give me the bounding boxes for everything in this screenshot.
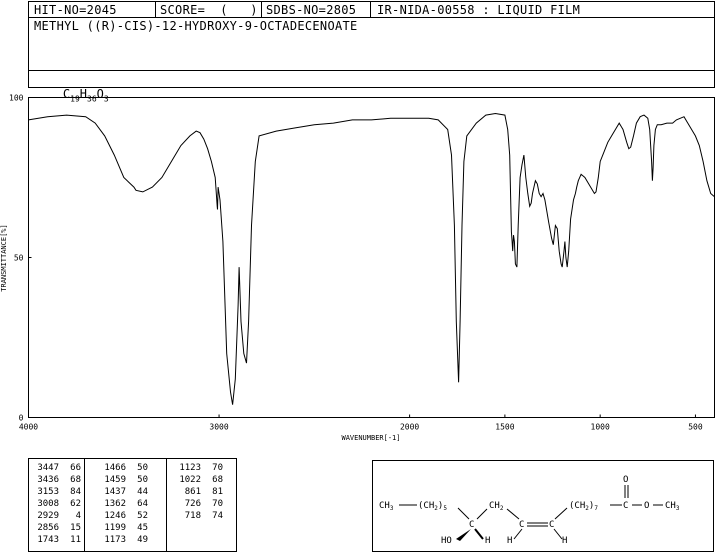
peak-transmittance: 50 <box>137 475 148 485</box>
peak-wavenumber: 861 <box>184 487 201 497</box>
peak-row: 726 70 <box>172 498 224 510</box>
peak-transmittance: 45 <box>137 523 148 533</box>
peak-transmittance: 4 <box>75 511 81 521</box>
peak-row: 1743 11 <box>30 534 82 546</box>
peak-row: 1199 45 <box>97 522 149 534</box>
x-tick-label: 500 <box>688 423 703 432</box>
carbonyl-carbon: C <box>623 501 628 511</box>
peak-row: 1362 64 <box>97 498 149 510</box>
peak-transmittance: 49 <box>137 535 148 545</box>
peak-row: 2856 15 <box>30 522 82 534</box>
y-tick-label: 0 <box>19 414 24 423</box>
peak-wavenumber: 3447 <box>37 463 59 473</box>
peak-transmittance: 62 <box>70 499 81 509</box>
y-axis-label: TRANSMITTANCE[%] <box>0 224 8 291</box>
peak-transmittance: 84 <box>70 487 81 497</box>
peak-wavenumber: 1459 <box>104 475 126 485</box>
peak-transmittance: 70 <box>212 463 223 473</box>
peak-row: 3447 66 <box>30 462 82 474</box>
x-tick-label: 2000 <box>400 423 419 432</box>
peak-transmittance: 81 <box>212 487 223 497</box>
peak-column: 1466 50 1459 50 1437 44 1362 64 1246 52 1199 45 1173… <box>97 462 149 546</box>
peak-transmittance: 50 <box>137 463 148 473</box>
peak-row: 1459 50 <box>97 474 149 486</box>
peak-transmittance: 68 <box>70 475 81 485</box>
peak-row: 3008 62 <box>30 498 82 510</box>
peak-row: 1173 49 <box>97 534 149 546</box>
peak-wavenumber: 1743 <box>37 535 59 545</box>
peak-transmittance: 15 <box>70 523 81 533</box>
h-chiral: H <box>485 536 490 546</box>
hydroxyl: HO <box>441 536 452 546</box>
ir-spectrum-chart: 0 50 100 4000 3000 2000 1500 1000 500 TRANSMITT… <box>0 94 715 442</box>
h-alkene-2: H <box>562 536 567 546</box>
ch2-5-group: (CH2)5 <box>418 501 447 512</box>
peak-column: 1123 70 1022 68 861 81 726 70 718 74 <box>172 462 224 522</box>
ch2-7-group: (CH2)7 <box>569 501 598 512</box>
methyl-left: CH3 <box>379 501 394 512</box>
peak-transmittance: 64 <box>137 499 148 509</box>
y-tick-label: 100 <box>9 94 24 103</box>
x-axis-label: WAVENUMBER[-1] <box>341 434 400 442</box>
peak-row: 3153 84 <box>30 486 82 498</box>
peak-wavenumber: 1022 <box>179 475 201 485</box>
peak-transmittance: 74 <box>212 511 223 521</box>
peak-transmittance: 44 <box>137 487 148 497</box>
alkene-carbon-1: C <box>519 520 524 530</box>
y-tick-label: 50 <box>14 254 24 263</box>
peak-row: 1437 44 <box>97 486 149 498</box>
peak-transmittance: 52 <box>137 511 148 521</box>
peak-wavenumber: 2856 <box>37 523 59 533</box>
peak-wavenumber: 718 <box>184 511 201 521</box>
spectrum-line <box>28 112 715 405</box>
carbonyl-oxygen: O <box>623 475 628 485</box>
peak-row: 861 81 <box>172 486 224 498</box>
peak-wavenumber: 1246 <box>104 511 126 521</box>
peak-wavenumber: 3008 <box>37 499 59 509</box>
peak-wavenumber: 1199 <box>104 523 126 533</box>
h-alkene-1: H <box>507 536 512 546</box>
ch2-middle: CH2 <box>489 501 504 512</box>
plot-frame <box>28 97 715 418</box>
alkene-carbon-2: C <box>549 520 554 530</box>
peak-transmittance: 11 <box>70 535 81 545</box>
peak-wavenumber: 1362 <box>104 499 126 509</box>
peak-transmittance: 70 <box>212 499 223 509</box>
x-tick-label: 4000 <box>19 423 38 432</box>
peak-wavenumber: 726 <box>184 499 201 509</box>
peak-transmittance: 66 <box>70 463 81 473</box>
structure-box: CH3 (CH2)5 C HO H CH2 C C H H (CH2)7 C O… <box>372 460 714 552</box>
peak-row: 1246 52 <box>97 510 149 522</box>
peak-row: 1466 50 <box>97 462 149 474</box>
peak-row: 1022 68 <box>172 474 224 486</box>
methyl-right: CH3 <box>665 501 680 512</box>
peak-wavenumber: 1466 <box>104 463 126 473</box>
peak-wavenumber: 1123 <box>179 463 201 473</box>
peak-wavenumber: 3436 <box>37 475 59 485</box>
peak-row: 1123 70 <box>172 462 224 474</box>
peak-row: 718 74 <box>172 510 224 522</box>
peak-column: 3447 66 3436 68 3153 84 3008 62 2929 4 2856 15 1743 1… <box>30 462 82 546</box>
ester-oxygen: O <box>644 501 649 511</box>
x-tick-label: 1500 <box>495 423 514 432</box>
peak-row: 2929 4 <box>30 510 82 522</box>
structure-diagram: CH3 (CH2)5 C HO H CH2 C C H H (CH2)7 C O… <box>379 475 680 546</box>
peak-transmittance: 68 <box>212 475 223 485</box>
peak-wavenumber: 1437 <box>104 487 126 497</box>
peak-wavenumber: 3153 <box>37 487 59 497</box>
peak-wavenumber: 1173 <box>104 535 126 545</box>
peak-row: 3436 68 <box>30 474 82 486</box>
chiral-carbon: C <box>469 520 474 530</box>
peak-wavenumber: 2929 <box>37 511 59 521</box>
x-tick-label: 1000 <box>591 423 610 432</box>
x-tick-label: 3000 <box>209 423 228 432</box>
